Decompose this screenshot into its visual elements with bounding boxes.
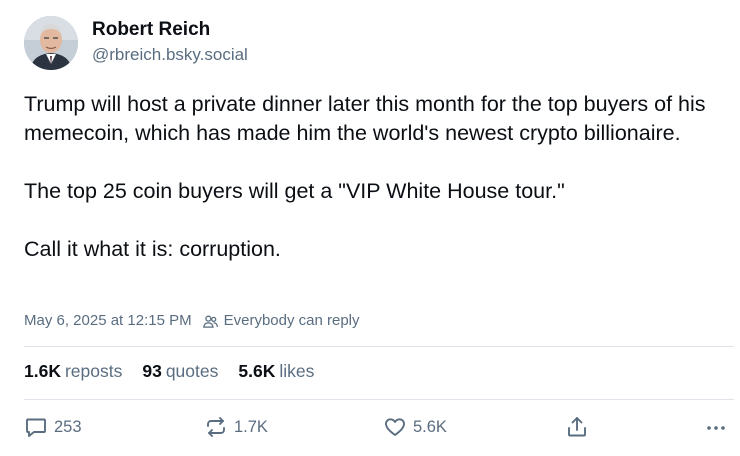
post-detail: Robert Reich @rbreich.bsky.social Trump … xyxy=(0,0,740,456)
reposts-count: 1.6K xyxy=(24,361,61,381)
quotes-stat[interactable]: 93 quotes xyxy=(142,359,218,383)
heart-icon xyxy=(385,418,405,436)
post-paragraph: The top 25 coin buyers will get a "VIP W… xyxy=(24,179,565,203)
more-options-button[interactable] xyxy=(704,414,734,440)
like-count: 5.6K xyxy=(413,417,447,436)
likes-label: likes xyxy=(279,361,315,381)
reposts-label: reposts xyxy=(64,361,123,381)
people-icon xyxy=(202,315,218,328)
repost-button[interactable]: 1.7K xyxy=(204,414,268,440)
reposts-stat[interactable]: 1.6K reposts xyxy=(24,359,122,383)
post-meta: May 6, 2025 at 12:15 PM Everybody can re… xyxy=(24,311,360,331)
quotes-label: quotes xyxy=(165,361,219,381)
engagement-stats: 1.6K reposts 93 quotes 5.6K likes xyxy=(24,359,334,383)
divider xyxy=(24,399,734,400)
reply-setting[interactable]: Everybody can reply xyxy=(202,311,360,331)
repost-arrows-icon xyxy=(207,417,225,437)
like-button[interactable]: 5.6K xyxy=(383,414,447,440)
repost-count: 1.7K xyxy=(234,417,268,436)
share-button[interactable] xyxy=(565,414,595,440)
author-block: Robert Reich @rbreich.bsky.social xyxy=(92,18,248,67)
avatar[interactable] xyxy=(24,16,78,70)
divider xyxy=(24,346,734,347)
ellipsis-icon xyxy=(707,426,725,430)
post-paragraph: Call it what it is: corruption. xyxy=(24,237,281,261)
post-timestamp[interactable]: May 6, 2025 at 12:15 PM xyxy=(24,311,192,331)
action-bar: 253 1.7K 5.6K xyxy=(24,414,736,440)
post-text: Trump will host a private dinner later t… xyxy=(24,90,736,264)
likes-stat[interactable]: 5.6K likes xyxy=(238,359,314,383)
quotes-count: 93 xyxy=(142,361,162,381)
reply-count: 253 xyxy=(54,417,82,436)
avatar-image xyxy=(24,16,78,70)
speech-bubble-icon xyxy=(26,418,46,437)
post-paragraph: Trump will host a private dinner later t… xyxy=(24,92,706,145)
share-upload-icon xyxy=(568,417,586,437)
reply-setting-label: Everybody can reply xyxy=(223,312,360,329)
display-name[interactable]: Robert Reich xyxy=(92,18,248,42)
reply-button[interactable]: 253 xyxy=(24,414,82,440)
likes-count: 5.6K xyxy=(238,361,276,381)
author-handle[interactable]: @rbreich.bsky.social xyxy=(92,43,248,67)
